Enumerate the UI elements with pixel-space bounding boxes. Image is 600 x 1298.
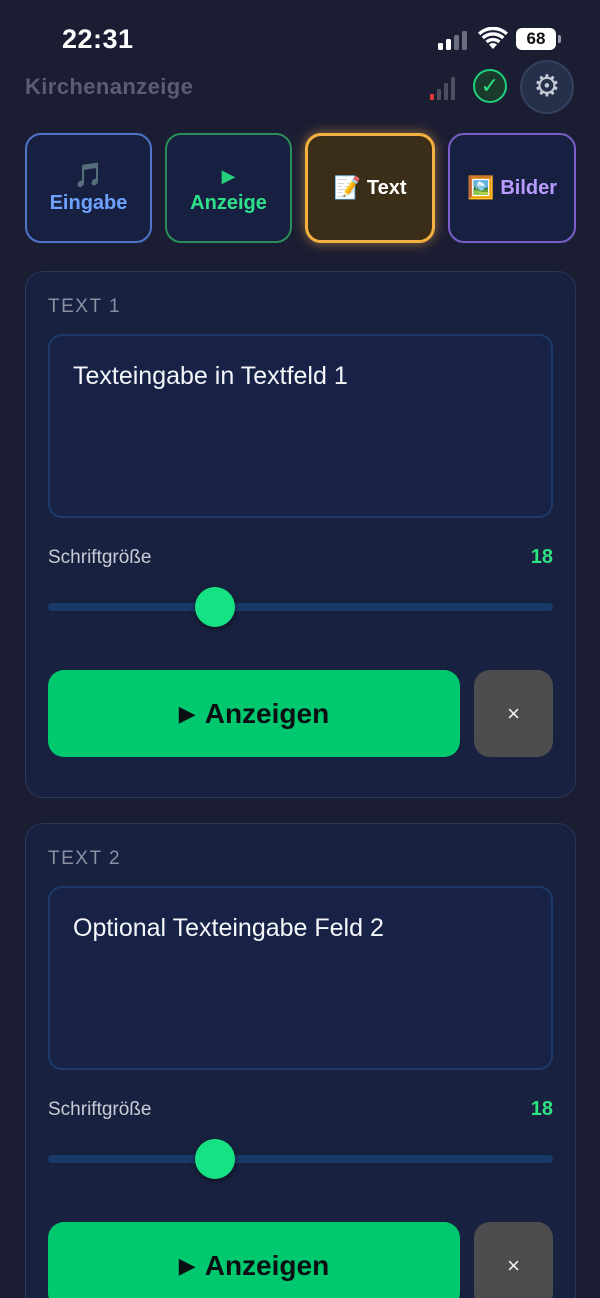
tab-bilder[interactable]: 🖼️ Bilder [448,133,576,243]
wifi-icon [478,27,508,49]
text-card-2: TEXT 2 Optional Texteingabe Feld 2 Schri… [25,823,576,1298]
tab-anzeige[interactable]: ▶ Anzeige [165,133,292,243]
show-button-label: Anzeigen [204,1249,330,1281]
settings-gear-button[interactable]: ⚙ [520,60,574,114]
app-title: Kirchenanzeige [25,74,194,99]
slider-thumb[interactable] [194,587,235,627]
slider-thumb[interactable] [194,1139,235,1179]
show-button-label: Anzeigen [204,697,330,729]
font-size-value: 18 [530,546,553,568]
font-size-label: Schriftgröße [48,547,152,568]
connection-strength-icon [430,76,455,100]
text-card-1: TEXT 1 Texteingabe in Textfeld 1 Schrift… [25,271,576,798]
tab-label: Text [366,176,407,199]
tab-eingabe[interactable]: 🎵 Eingabe [25,133,152,243]
status-time: 22:31 [62,24,134,54]
picture-icon: 🖼️ [466,175,495,200]
play-icon: ▶ [221,165,236,186]
tab-text[interactable]: 📝 Text [305,133,435,243]
battery-icon: 68 [516,28,561,50]
connected-check-icon: ✓ [473,69,507,103]
page: 22:31 68 Kirchenanzeige ✓ ⚙ 🎵 Eingabe ▶ … [0,0,600,1298]
tab-label: Bilder [500,176,558,199]
music-note-icon: 🎵 [73,161,104,189]
memo-icon: 📝 [333,175,361,200]
show-button[interactable]: ▶ Anzeigen [48,1222,460,1298]
tab-bar: 🎵 Eingabe ▶ Anzeige 📝 Text 🖼️ Bilder [25,133,576,243]
card-title: TEXT 2 [48,848,122,869]
text-input-2[interactable]: Optional Texteingabe Feld 2 [48,886,553,1070]
font-size-label: Schriftgröße [48,1099,152,1120]
clear-button[interactable]: × [474,670,553,757]
tab-label: Anzeige [190,191,267,214]
play-icon: ▶ [178,700,196,726]
text-input-1[interactable]: Texteingabe in Textfeld 1 [48,334,553,518]
close-icon: × [507,700,520,726]
close-icon: × [507,1252,520,1278]
clear-button[interactable]: × [474,1222,553,1298]
play-icon: ▶ [178,1252,196,1278]
font-size-value: 18 [530,1098,553,1120]
cellular-signal-icon [438,30,467,50]
font-size-slider[interactable] [48,1139,553,1179]
app-header: Kirchenanzeige ✓ ⚙ [0,60,600,116]
show-button[interactable]: ▶ Anzeigen [48,670,460,757]
font-size-slider[interactable] [48,587,553,627]
card-title: TEXT 1 [48,296,122,317]
tab-label: Eingabe [49,191,128,214]
